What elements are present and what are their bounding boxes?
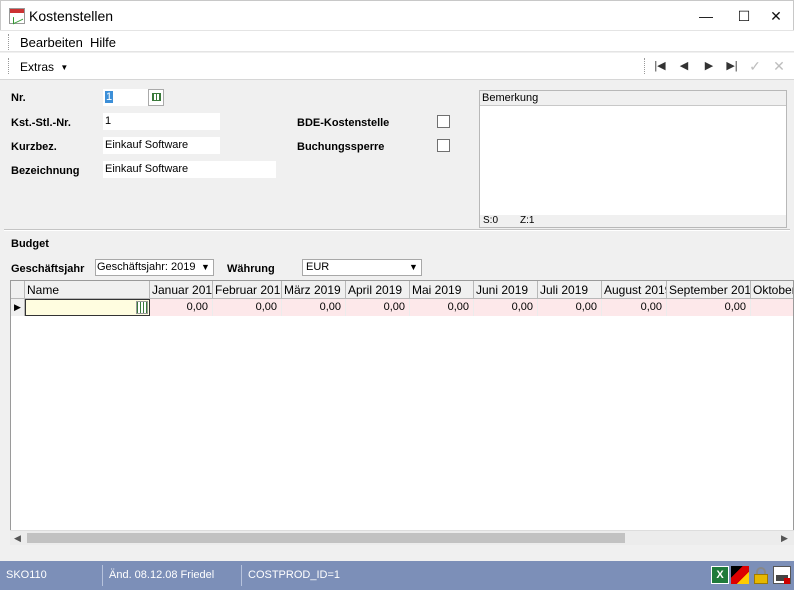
extras-menu[interactable]: Extras ▼ xyxy=(20,60,68,74)
dropdown-arrow-icon: ▼ xyxy=(60,63,69,72)
menu-grip xyxy=(8,34,11,50)
col-header-aug[interactable]: August 2019 xyxy=(602,281,667,299)
row-indicator-icon: ▶ xyxy=(11,299,25,316)
status-changed: Änd. 08.12.08 Friedel xyxy=(103,565,242,586)
year-label: Geschäftsjahr xyxy=(11,263,85,275)
col-header-mar[interactable]: März 2019 xyxy=(282,281,346,299)
menu-bearbeiten[interactable]: Bearbeiten xyxy=(20,35,83,50)
lock-icon[interactable] xyxy=(752,566,770,584)
bde-checkbox[interactable] xyxy=(437,115,450,128)
window-title: Kostenstellen xyxy=(29,8,114,24)
col-header-apr[interactable]: April 2019 xyxy=(346,281,410,299)
remark-footer: S:0 Z:1 xyxy=(480,215,786,227)
title-bar: Kostenstellen — ☐ ✕ xyxy=(0,0,794,30)
toolbar-grip xyxy=(8,58,11,74)
app-icon xyxy=(9,8,25,24)
name-lookup-icon[interactable] xyxy=(136,301,148,314)
status-code: SKO110 xyxy=(0,565,103,586)
save-check-icon[interactable]: ✓ xyxy=(746,58,764,74)
remark-title: Bemerkung xyxy=(480,91,786,106)
row-header-corner xyxy=(11,281,25,299)
row-cell-mai[interactable]: 0,00 xyxy=(410,299,474,316)
nav-grip xyxy=(644,58,647,74)
buchungssperre-checkbox[interactable] xyxy=(437,139,450,152)
currency-value: EUR xyxy=(306,261,330,273)
scroll-right-icon[interactable]: ▶ xyxy=(777,531,792,545)
excel-icon[interactable]: X xyxy=(711,566,729,584)
nr-label: Nr. xyxy=(11,92,26,104)
bde-label: BDE-Kostenstelle xyxy=(297,117,390,129)
row-cell-feb[interactable]: 0,00 xyxy=(213,299,282,316)
status-bar: SKO110 Änd. 08.12.08 Friedel COSTPROD_ID… xyxy=(0,561,794,590)
col-header-okt[interactable]: Oktober 2019 xyxy=(751,281,793,299)
bezeichnung-label: Bezeichnung xyxy=(11,165,80,177)
prev-record-icon[interactable]: ◀ xyxy=(675,58,693,74)
budget-title: Budget xyxy=(11,238,49,250)
kurzbez-label: Kurzbez. xyxy=(11,141,57,153)
nr-lookup-icon[interactable] xyxy=(148,89,164,106)
row-cell-mar[interactable]: 0,00 xyxy=(282,299,346,316)
flag-de-icon[interactable] xyxy=(731,566,749,584)
kst-label: Kst.-Stl.-Nr. xyxy=(11,117,71,129)
menu-hilfe[interactable]: Hilfe xyxy=(90,35,116,50)
col-header-feb[interactable]: Februar 2019 xyxy=(213,281,282,299)
buchungssperre-label: Buchungssperre xyxy=(297,141,385,153)
cancel-x-icon[interactable]: ✕ xyxy=(770,58,788,74)
col-header-jan[interactable]: Januar 2019 xyxy=(150,281,213,299)
currency-select[interactable]: EUR ▼ xyxy=(302,259,422,276)
toolbar: Extras ▼ |◀ ◀ ▶ ▶| ✓ ✕ xyxy=(0,53,794,80)
kurzbez-field[interactable]: Einkauf Software xyxy=(103,137,220,154)
col-header-mai[interactable]: Mai 2019 xyxy=(410,281,474,299)
col-header-jul[interactable]: Juli 2019 xyxy=(538,281,602,299)
year-select[interactable]: Geschäftsjahr: 2019 ▼ xyxy=(95,259,214,276)
col-header-name[interactable]: Name xyxy=(25,281,150,299)
chevron-down-icon: ▼ xyxy=(407,261,420,274)
row-cell-sep[interactable]: 0,00 xyxy=(667,299,751,316)
status-id: COSTPROD_ID=1 xyxy=(248,569,340,581)
col-header-jun[interactable]: Juni 2019 xyxy=(474,281,538,299)
budget-grid[interactable]: Name Januar 2019 Februar 2019 März 2019 … xyxy=(10,280,794,545)
nr-value: 1 xyxy=(105,91,114,103)
remark-s-counter: S:0 xyxy=(483,215,499,226)
row-cell-aug[interactable]: 0,00 xyxy=(602,299,667,316)
col-header-sep[interactable]: September 2019 xyxy=(667,281,751,299)
last-record-icon[interactable]: ▶| xyxy=(723,58,741,74)
nr-field[interactable]: 1 xyxy=(103,89,148,106)
kst-field[interactable]: 1 xyxy=(103,113,220,130)
extras-label: Extras xyxy=(20,60,55,74)
print-icon[interactable] xyxy=(773,566,791,584)
row-cell-apr[interactable]: 0,00 xyxy=(346,299,410,316)
year-value: Geschäftsjahr: 2019 xyxy=(97,261,196,273)
first-record-icon[interactable]: |◀ xyxy=(651,58,669,74)
scroll-left-icon[interactable]: ◀ xyxy=(10,531,25,545)
row-cell-jan[interactable]: 0,00 xyxy=(150,299,213,316)
close-button[interactable]: ✕ xyxy=(757,4,794,28)
row-cell-jun[interactable]: 0,00 xyxy=(474,299,538,316)
row-cell-jul[interactable]: 0,00 xyxy=(538,299,602,316)
row-name-cell[interactable] xyxy=(25,299,150,316)
scroll-thumb[interactable] xyxy=(27,533,625,543)
currency-label: Währung xyxy=(227,263,275,275)
row-cell-okt[interactable] xyxy=(751,299,793,316)
menu-bar: Bearbeiten Hilfe xyxy=(0,30,794,52)
bezeichnung-field[interactable]: Einkauf Software xyxy=(103,161,276,178)
chevron-down-icon: ▼ xyxy=(199,261,212,274)
section-divider xyxy=(4,229,790,231)
horizontal-scrollbar[interactable]: ◀ ▶ xyxy=(10,530,794,545)
remark-box[interactable]: Bemerkung S:0 Z:1 xyxy=(479,90,787,228)
next-record-icon[interactable]: ▶ xyxy=(700,58,718,74)
remark-z-counter: Z:1 xyxy=(520,215,535,226)
minimize-button[interactable]: — xyxy=(687,4,725,28)
